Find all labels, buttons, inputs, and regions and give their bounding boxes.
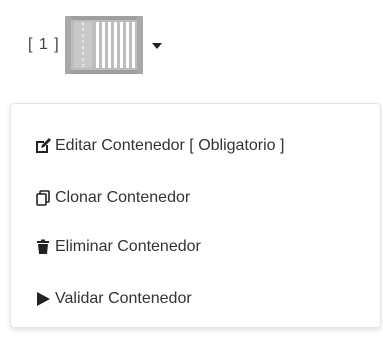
trash-icon (37, 239, 49, 254)
edit-container-menu-item[interactable]: Editar Contenedor [ Obligatorio ] (35, 134, 284, 158)
clone-container-label: Clonar Contenedor (55, 189, 191, 206)
caret-down-icon (151, 43, 162, 49)
container-actions-menu: Editar Contenedor [ Obligatorio ] Clonar… (10, 103, 381, 328)
edit-container-label: Editar Contenedor [ Obligatorio ] (55, 137, 285, 154)
clone-icon (36, 190, 50, 206)
validate-container-label: Validar Contenedor (55, 290, 192, 307)
container-dropdown-toggle[interactable]: [ 1 ] (28, 14, 162, 76)
validate-container-menu-item[interactable]: Validar Contenedor (35, 287, 192, 311)
delete-container-label: Eliminar Contenedor (55, 238, 201, 255)
play-icon (37, 292, 50, 306)
edit-icon (36, 138, 51, 153)
clone-container-menu-item[interactable]: Clonar Contenedor (35, 186, 190, 210)
shipping-container-icon (64, 16, 143, 74)
delete-container-menu-item[interactable]: Eliminar Contenedor (35, 235, 201, 259)
container-index-label: [ 1 ] (28, 36, 60, 53)
